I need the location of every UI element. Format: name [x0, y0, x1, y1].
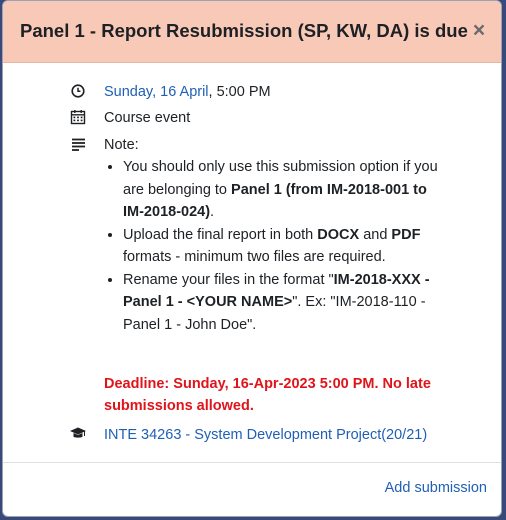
add-submission-button[interactable]: Add submission [385, 480, 487, 496]
note-item-panel: You should only use this submission opti… [123, 156, 439, 224]
course-row: INTE 34263 - System Development Project(… [69, 424, 469, 446]
calendar-icon [70, 110, 86, 125]
note-item-rename: Rename your files in the format "IM-2018… [123, 269, 439, 337]
event-modal: Panel 1 - Report Resubmission (SP, KW, D… [2, 0, 502, 517]
clock-icon [71, 84, 85, 98]
close-button[interactable]: × [467, 17, 491, 45]
note-label: Note: [104, 137, 139, 153]
modal-footer: Add submission [3, 462, 501, 516]
align-left-icon [72, 138, 85, 151]
description-row: Note: You should only use this submissio… [69, 134, 449, 364]
graduation-cap-icon [70, 427, 86, 438]
date-row: Sunday, 16 April, 5:00 PM [69, 81, 449, 103]
event-type: Course event [104, 110, 191, 126]
deadline-text: Deadline: Sunday, 16-Apr-2023 5:00 PM. N… [104, 376, 431, 414]
event-type-row: Course event [69, 107, 449, 129]
event-date-link[interactable]: Sunday, 16 April [104, 84, 209, 100]
modal-title: Panel 1 - Report Resubmission (SP, KW, D… [20, 20, 468, 41]
modal-header: Panel 1 - Report Resubmission (SP, KW, D… [3, 1, 501, 63]
course-link[interactable]: INTE 34263 - System Development Project(… [104, 427, 427, 443]
event-time: , 5:00 PM [208, 84, 271, 100]
note-item-formats: Upload the final report in both DOCX and… [123, 224, 439, 269]
note-list: You should only use this submission opti… [104, 156, 439, 336]
deadline-row: Deadline: Sunday, 16-Apr-2023 5:00 PM. N… [69, 373, 449, 421]
